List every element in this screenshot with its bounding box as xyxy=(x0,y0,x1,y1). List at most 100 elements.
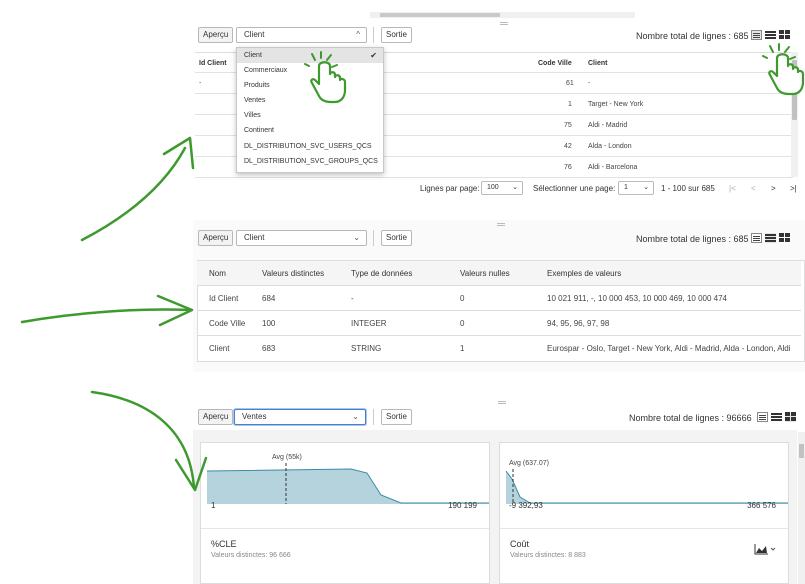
dropdown-option[interactable]: DL_DISTRIBUTION_SVC_USERS_QCS xyxy=(237,139,383,154)
toolbar-separator xyxy=(373,27,374,43)
histogram-chart xyxy=(206,463,489,504)
range-min: 1 xyxy=(211,501,216,510)
table-select[interactable]: Client ⌄ xyxy=(236,230,367,246)
column-header-nulls[interactable]: Valeurs nulles xyxy=(460,269,510,278)
next-page-button[interactable]: > xyxy=(771,184,776,193)
list-view-icon[interactable] xyxy=(771,412,782,422)
total-rows: Nombre total de lignes : 96666 xyxy=(629,413,752,423)
cell-code: 76 xyxy=(564,164,572,171)
cell-type: STRING xyxy=(351,344,382,353)
column-header-id-client[interactable]: Id Client xyxy=(199,60,227,67)
cell-client: Target - New York xyxy=(588,101,644,108)
vertical-scrollbar[interactable] xyxy=(798,432,805,584)
prev-page-button[interactable]: < xyxy=(751,184,756,193)
output-button[interactable]: Sortie xyxy=(381,230,412,246)
avg-label: Avg (55k) xyxy=(272,454,302,461)
list-view-icon[interactable] xyxy=(765,233,776,243)
output-button[interactable]: Sortie xyxy=(381,27,412,43)
column-header-distinct[interactable]: Valeurs distinctes xyxy=(262,269,324,278)
rows-per-page-label: Lignes par page: xyxy=(420,184,480,193)
cell-type: INTEGER xyxy=(351,319,387,328)
cell-name: Code Ville xyxy=(209,319,246,328)
check-icon: ✔ xyxy=(370,51,377,60)
table-row: Id Client 684 - 0 10 021 911, -, 10 000 … xyxy=(197,286,801,311)
resize-grip[interactable] xyxy=(500,22,508,25)
cell-client: Aldi - Barcelona xyxy=(588,164,638,171)
resize-grip[interactable] xyxy=(498,401,506,404)
preview-button[interactable]: Aperçu xyxy=(198,230,234,246)
histogram-line xyxy=(505,470,788,504)
horizontal-scrollbar[interactable] xyxy=(370,12,635,18)
card-subtitle: Valeurs distinctes: 8 883 xyxy=(510,552,586,559)
dropdown-option[interactable]: Produits xyxy=(237,78,383,93)
arrow-1-head xyxy=(162,136,195,170)
first-page-button[interactable]: |< xyxy=(729,184,736,193)
column-header-code-ville[interactable]: Code Ville xyxy=(538,60,572,67)
cell-nulls: 0 xyxy=(460,319,465,328)
table-row: Code Ville 100 INTEGER 0 94, 95, 96, 97,… xyxy=(197,311,801,336)
cell-name: Id Client xyxy=(209,294,239,303)
range-max: 190 199 xyxy=(448,501,477,510)
card-footer: Coût Valeurs distinctes: 8 883 xyxy=(500,528,788,583)
page-range: 1 - 100 sur 685 xyxy=(661,184,715,193)
chart-icon[interactable] xyxy=(754,543,776,555)
list-view-icon[interactable] xyxy=(765,30,776,40)
view-switcher xyxy=(751,233,790,243)
preview-button[interactable]: Aperçu xyxy=(198,409,234,425)
chevron-down-icon: ⌄ xyxy=(353,233,360,242)
output-button[interactable]: Sortie xyxy=(381,409,412,425)
chevron-down-icon: ⌄ xyxy=(352,412,359,421)
histogram-area xyxy=(506,471,788,504)
last-page-button[interactable]: >| xyxy=(790,184,797,193)
preview-button[interactable]: Aperçu xyxy=(198,27,234,43)
page-select[interactable]: 1 ⌄ xyxy=(618,181,654,195)
cell-distinct: 683 xyxy=(262,344,276,353)
table-select[interactable]: Client ^ xyxy=(236,27,367,43)
histogram-area xyxy=(207,469,489,504)
dropdown-option[interactable]: DL_DISTRIBUTION_SVC_GROUPS_QCS xyxy=(237,154,383,169)
column-header-type[interactable]: Type de données xyxy=(351,269,412,278)
card-subtitle: Valeurs distinctes: 96 666 xyxy=(211,552,291,559)
dropdown-option[interactable]: Ventes xyxy=(237,93,383,108)
dropdown-option[interactable]: Commerciaux xyxy=(237,63,383,78)
resize-grip[interactable] xyxy=(497,223,505,226)
range-min: -9 392,93 xyxy=(509,501,543,510)
cell-client: Alda - London xyxy=(588,143,632,150)
column-card-cle[interactable]: Avg (55k) 1 190 199 %CLE Valeurs distinc… xyxy=(200,442,490,584)
column-header-examples[interactable]: Exemples de valeurs xyxy=(547,269,621,278)
table-view-icon[interactable] xyxy=(751,30,762,40)
table-select-dropdown: Client ✔ Commerciaux Produits Ventes Vill… xyxy=(236,47,384,173)
arrow-2-head xyxy=(156,294,194,327)
cell-client: - xyxy=(588,80,591,87)
table-select[interactable]: Ventes ⌄ xyxy=(234,409,366,425)
dropdown-option[interactable]: Continent xyxy=(237,123,383,138)
view-switcher xyxy=(757,412,796,422)
arrow-1 xyxy=(80,146,187,242)
grid-view-icon[interactable] xyxy=(779,30,790,40)
range-max: 366 576 xyxy=(747,501,776,510)
vertical-scrollbar[interactable] xyxy=(791,52,798,177)
table-view-icon[interactable] xyxy=(751,233,762,243)
grid-view-icon[interactable] xyxy=(779,233,790,243)
table-view-icon[interactable] xyxy=(757,412,768,422)
cell-code: 61 xyxy=(566,80,574,87)
view-switcher xyxy=(751,30,790,40)
dropdown-option[interactable]: Client ✔ xyxy=(237,48,383,64)
cell-type: - xyxy=(351,294,354,303)
column-card-cout[interactable]: Avg (637.07) -9 392,93 366 576 Coût Vale… xyxy=(499,442,789,584)
cell-code: 75 xyxy=(564,122,572,129)
grid-view-icon[interactable] xyxy=(785,412,796,422)
table-row: Client 683 STRING 1 Eurospar - Oslo, Tar… xyxy=(197,336,801,361)
card-title: %CLE xyxy=(211,539,237,549)
cell-examples: 94, 95, 96, 97, 98 xyxy=(547,319,610,328)
table-select-value: Client xyxy=(244,30,265,39)
column-header-name[interactable]: Nom xyxy=(209,269,226,278)
cell-nulls: 0 xyxy=(460,294,465,303)
rows-per-page-select[interactable]: 100 ⌄ xyxy=(481,181,523,195)
chevron-up-icon: ^ xyxy=(356,30,360,39)
table-select-value: Client xyxy=(244,233,265,242)
cell-code: 42 xyxy=(564,143,572,150)
column-header-client[interactable]: Client xyxy=(588,60,607,67)
dropdown-option[interactable]: Villes xyxy=(237,108,383,123)
cell-distinct: 100 xyxy=(262,319,276,328)
